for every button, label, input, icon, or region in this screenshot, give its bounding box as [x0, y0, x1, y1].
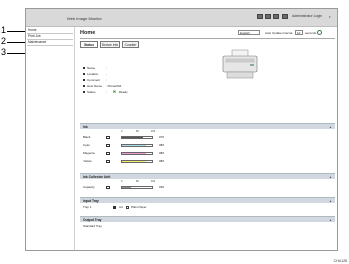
book-icon[interactable] [282, 14, 288, 19]
section-input-tray[interactable]: Input Tray ▲ [80, 197, 335, 203]
collapse-icon[interactable]: ▲ [329, 217, 332, 223]
info-row-status: Status: ✖ Ready [83, 90, 128, 94]
collector-scale-mid: 50 [136, 180, 139, 183]
interval-select[interactable]: 10 [295, 30, 303, 35]
ink-level-bar [121, 152, 153, 155]
chevron-down-icon: ▾ [329, 15, 331, 19]
callout-1: 1 [1, 25, 7, 35]
callout-2-line [7, 42, 26, 43]
collector-scale-min: 0 [121, 180, 123, 183]
sidebar: Home Print Job Maintenance [26, 27, 75, 250]
output-tray-row: Standard Tray [83, 224, 102, 228]
ink-row-yellow: Yellow 080 [83, 159, 165, 163]
collapse-icon[interactable]: ▲ [329, 124, 332, 130]
collapse-icon[interactable]: ▲ [329, 198, 332, 204]
refresh-icon[interactable] [317, 30, 322, 35]
callout-3: 3 [1, 47, 7, 57]
callout-3-line [7, 53, 26, 54]
seconds-label: seconds [305, 31, 317, 35]
ink-row-cyan: Cyan 080 [83, 143, 165, 147]
collector-level-bar [121, 186, 153, 189]
ink-row-magenta: Magenta 080 [83, 151, 165, 155]
paper-icon [126, 206, 129, 209]
collector-scale-max: 100 [151, 180, 156, 183]
figure-code: CHU128 [333, 259, 347, 263]
status-value: Ready [118, 90, 128, 94]
callout-1-line [7, 31, 26, 32]
ink-cartridge-icon [106, 160, 110, 163]
info-row-location: Location: [83, 72, 107, 76]
ink-scale-max: 100 [151, 130, 156, 133]
ink-cartridge-icon [106, 136, 110, 139]
ink-cartridge-icon [106, 152, 110, 155]
ready-status-icon: ✖ [112, 89, 117, 94]
ink-level-bar [121, 136, 153, 139]
main-content: Home English Auto Update Interval 10 sec… [78, 27, 336, 250]
tab-counter[interactable]: Counter [122, 41, 139, 48]
section-ink[interactable]: Ink ▲ [80, 123, 335, 129]
ink-scale-min: 0 [121, 130, 123, 133]
page-title: Home [80, 30, 96, 36]
language-select[interactable]: English [238, 30, 260, 35]
bullet [83, 73, 85, 76]
browser-window: Web Image Monitor Administrator Login ▾ … [25, 8, 338, 251]
tab-status[interactable]: Status [80, 41, 98, 48]
administrator-login-link[interactable]: Administrator Login [292, 14, 322, 18]
printer-icon[interactable] [257, 14, 263, 19]
divider [80, 38, 335, 39]
bullet [83, 67, 85, 70]
app-title: Web Image Monitor [67, 16, 102, 21]
ink-collector-icon [106, 186, 110, 189]
tab-device-info[interactable]: Device Info [100, 41, 120, 48]
sidebar-item-maintenance[interactable]: Maintenance [27, 40, 73, 46]
collapse-icon[interactable]: ▲ [329, 174, 332, 180]
info-row-comment: Comment: [83, 78, 107, 82]
info-row-host-name: Host Name: Printer001 [83, 84, 122, 88]
info-row-name: Name: [83, 66, 107, 70]
sidebar-item-print-job[interactable]: Print Job [27, 34, 73, 40]
section-output-tray[interactable]: Output Tray ▲ [80, 216, 335, 222]
bullet [83, 79, 85, 82]
ink-level-bar [121, 160, 153, 163]
collector-row-capacity: Capacity 030 [83, 185, 165, 189]
info-icon[interactable] [273, 14, 279, 19]
callout-2: 2 [1, 36, 7, 46]
header-bar: Web Image Monitor Administrator Login ▾ [26, 9, 337, 27]
ink-row-black: Black 070 [83, 135, 165, 139]
ink-scale-mid: 50 [136, 130, 139, 133]
section-ink-collector[interactable]: Ink Collector Unit ▲ [80, 173, 335, 179]
bullet [83, 91, 85, 94]
bullet [83, 85, 85, 88]
help-icon[interactable] [265, 14, 271, 19]
printer-image [222, 49, 258, 79]
ink-level-bar [121, 144, 153, 147]
auto-update-label: Auto Update Interval [265, 31, 293, 35]
input-tray-row: Tray 1 A4 Plain Paper [83, 205, 147, 209]
ink-cartridge-icon [106, 144, 110, 147]
tray-status-icon [113, 206, 116, 209]
sidebar-item-home[interactable]: Home [27, 28, 73, 34]
